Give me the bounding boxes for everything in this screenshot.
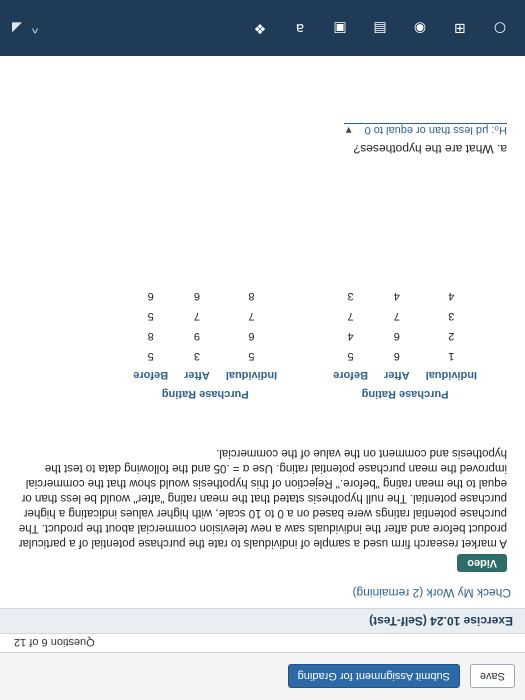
cell: 3 [347, 290, 354, 302]
cell: 3 [448, 310, 455, 322]
col-after: After [383, 369, 410, 381]
exercise-title: Exercise 10.24 (Self-Test) [369, 614, 513, 628]
cell: 8 [248, 290, 255, 302]
windows-taskbar: ○ ⊞ ◉ ▤ ▣ a ❖ ^ ◢ [0, 0, 525, 56]
task-view-icon[interactable]: ⊞ [447, 15, 473, 41]
cell: 4 [347, 330, 354, 342]
exercise-header: Exercise 10.24 (Self-Test) [0, 608, 525, 634]
app-toolbar: Save Submit Assignment for Grading [0, 652, 525, 700]
app-icon[interactable]: a [287, 15, 313, 41]
chevron-down-icon: ▼ [343, 124, 354, 135]
col-individual: Individual [425, 369, 477, 381]
cell: 7 [248, 310, 255, 322]
table-row: 4 4 3 [325, 286, 485, 306]
network-icon[interactable]: ◢ [12, 20, 22, 36]
col-after: After [184, 369, 210, 381]
problem-text: A market research firm used a sample of … [18, 447, 507, 549]
chevron-up-icon[interactable]: ^ [32, 20, 38, 36]
table-row: 2 6 4 [325, 326, 485, 346]
purchase-table-right: Purchase Rating Individual After Before … [125, 286, 285, 400]
table-row: 3 7 7 [325, 306, 485, 326]
cell: 5 [147, 310, 154, 322]
table-row: 5 3 5 [125, 346, 285, 366]
cell: 6 [393, 330, 400, 342]
col-individual: Individual [225, 369, 278, 381]
cell: 7 [193, 310, 201, 322]
dropbox-icon[interactable]: ❖ [247, 15, 273, 41]
search-circle-icon[interactable]: ○ [487, 15, 513, 41]
cell: 5 [248, 350, 255, 362]
data-tables: Purchase Rating Individual After Before … [125, 286, 485, 400]
submit-assignment-button[interactable]: Submit Assignment for Grading [287, 664, 460, 689]
hypothesis-selected-value: H₀: μd less than or equal to 0 [364, 124, 507, 136]
cell: 8 [147, 330, 154, 342]
cell: 6 [193, 290, 201, 302]
col-before: Before [333, 369, 368, 381]
cell: 3 [193, 350, 201, 362]
cell: 1 [448, 350, 455, 362]
table-row: 7 7 5 [125, 306, 285, 326]
folder-icon[interactable]: ▤ [367, 15, 393, 41]
problem-statement: A market research firm used a sample of … [18, 439, 507, 550]
cell: 5 [347, 350, 354, 362]
check-my-work-link[interactable]: Check My Work (2 remaining) [353, 586, 511, 600]
hypothesis-dropdown[interactable]: H₀: μd less than or equal to 0 ▼ [343, 123, 507, 136]
table-row: 8 6 6 [125, 286, 285, 306]
cell: 6 [147, 290, 154, 302]
table-caption: Purchase Rating [161, 388, 249, 400]
cell: 2 [448, 330, 455, 342]
cell: 4 [448, 290, 455, 302]
col-before: Before [133, 369, 169, 381]
cell: 4 [393, 290, 400, 302]
table-row: 1 6 5 [325, 346, 485, 366]
system-tray: ^ ◢ [12, 20, 38, 36]
save-button[interactable]: Save [469, 664, 515, 689]
purchase-table-left: Purchase Rating Individual After Before … [325, 286, 485, 400]
cell: 5 [147, 350, 154, 362]
video-button[interactable]: Video [457, 554, 507, 572]
screen: Save Submit Assignment for Grading Quest… [0, 0, 525, 700]
cell: 9 [193, 330, 201, 342]
store-icon[interactable]: ▣ [327, 15, 353, 41]
browser-icon[interactable]: ◉ [407, 15, 433, 41]
table-caption: Purchase Rating [361, 388, 449, 400]
question-a-label: a. What are the hypotheses? [353, 142, 507, 156]
cell: 7 [393, 310, 400, 322]
cell: 6 [248, 330, 255, 342]
cell: 7 [347, 310, 354, 322]
table-row: 6 9 8 [125, 326, 285, 346]
cell: 6 [393, 350, 400, 362]
question-navigation[interactable]: Question 6 of 12 [14, 636, 95, 648]
